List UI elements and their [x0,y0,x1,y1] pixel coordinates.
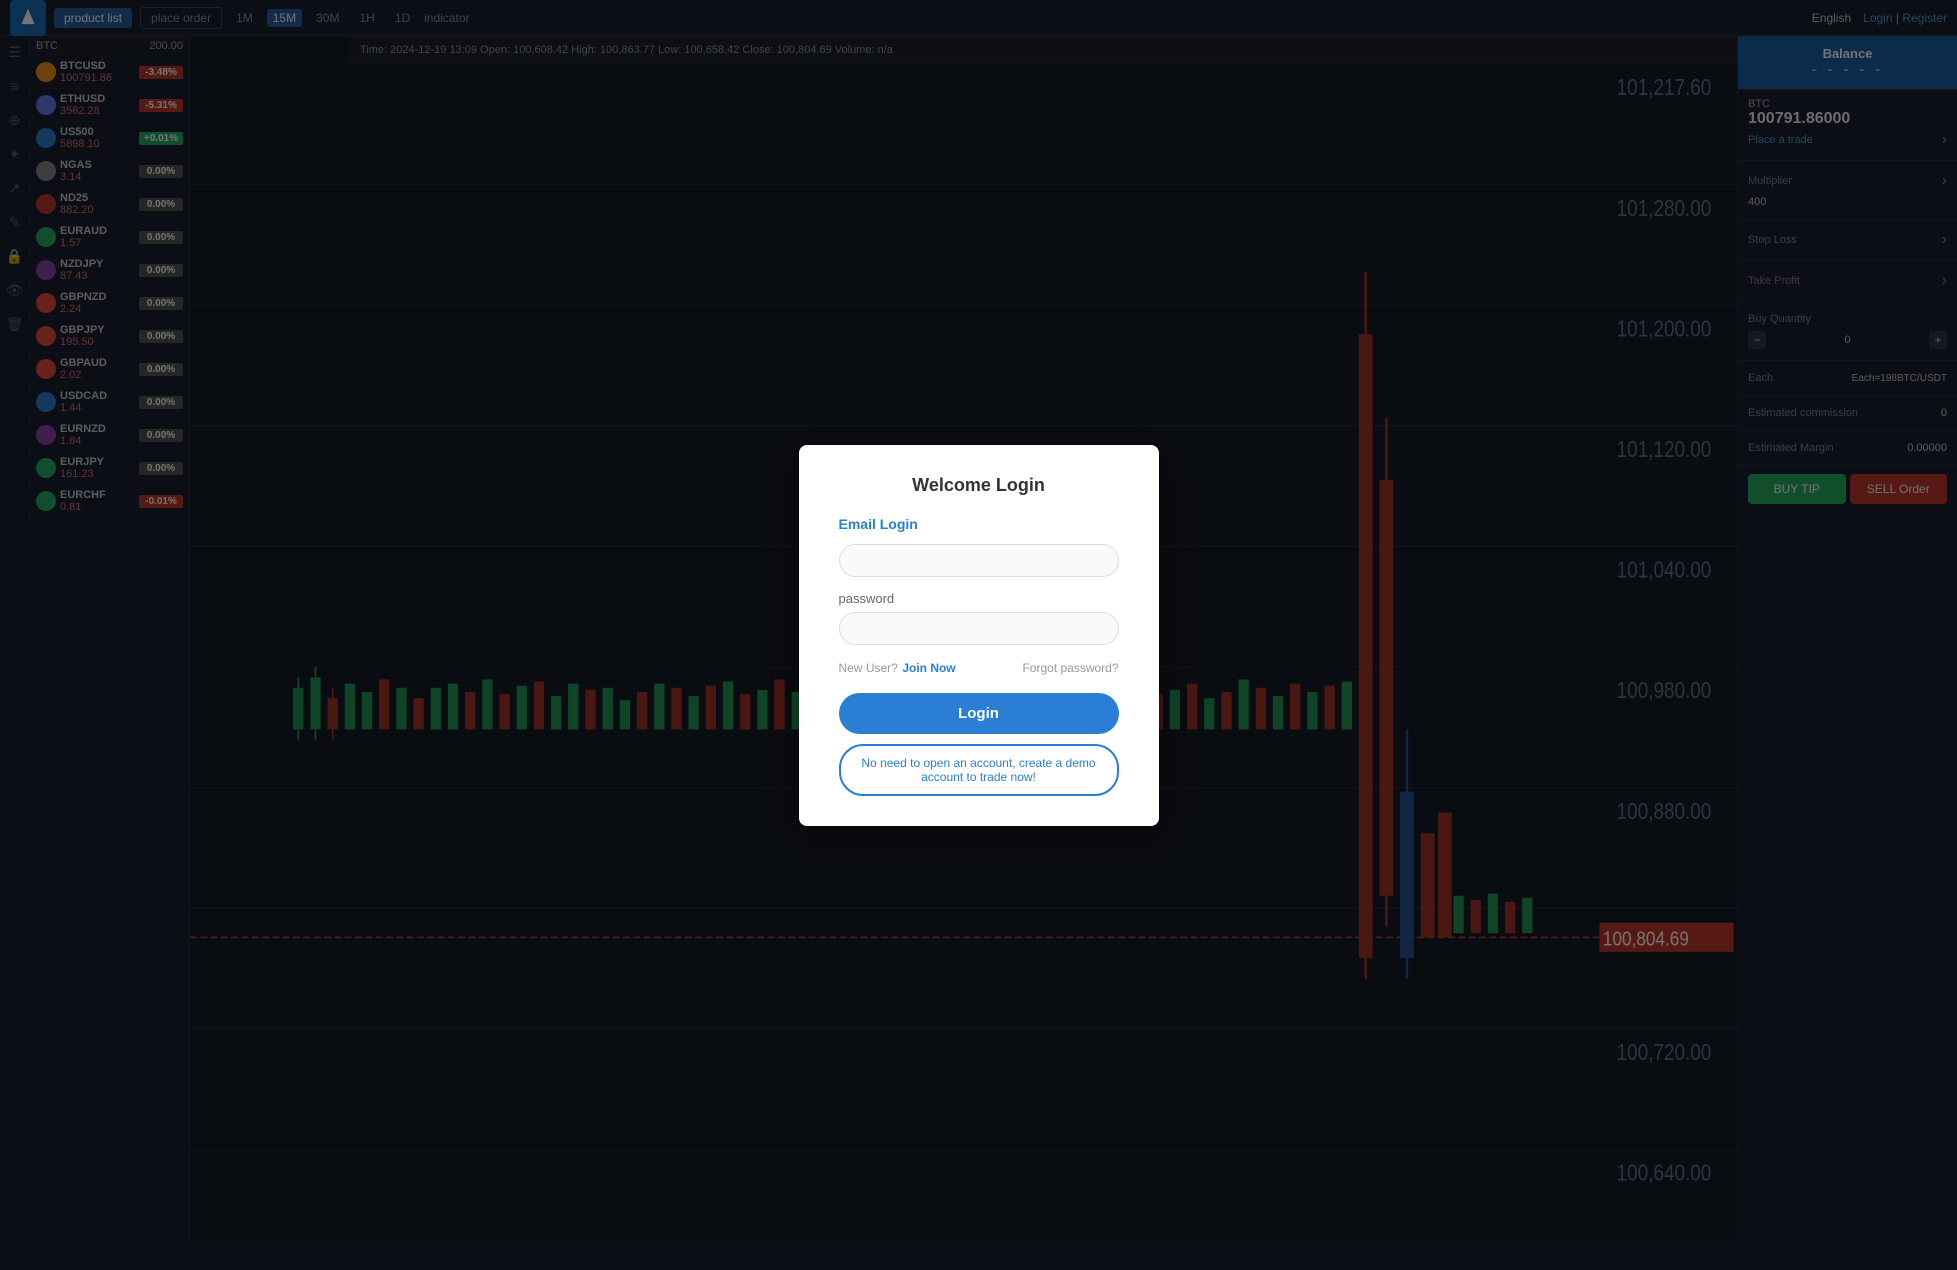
modal-links-row: New User? Join Now Forgot password? [839,659,1119,677]
password-input[interactable] [839,612,1119,645]
email-input[interactable] [839,544,1119,577]
join-now-link[interactable]: Join Now [902,661,955,675]
forgot-password-link[interactable]: Forgot password? [1022,661,1118,675]
demo-account-btn[interactable]: No need to open an account, create a dem… [839,744,1119,796]
new-user-label: New User? [839,661,898,675]
modal-title: Welcome Login [839,475,1119,496]
login-modal: Welcome Login Email Login password New U… [799,445,1159,826]
modal-overlay: Welcome Login Email Login password New U… [0,0,1957,1270]
email-login-tab[interactable]: Email Login [839,516,1119,532]
password-label: password [839,591,1119,606]
login-btn[interactable]: Login [839,693,1119,734]
